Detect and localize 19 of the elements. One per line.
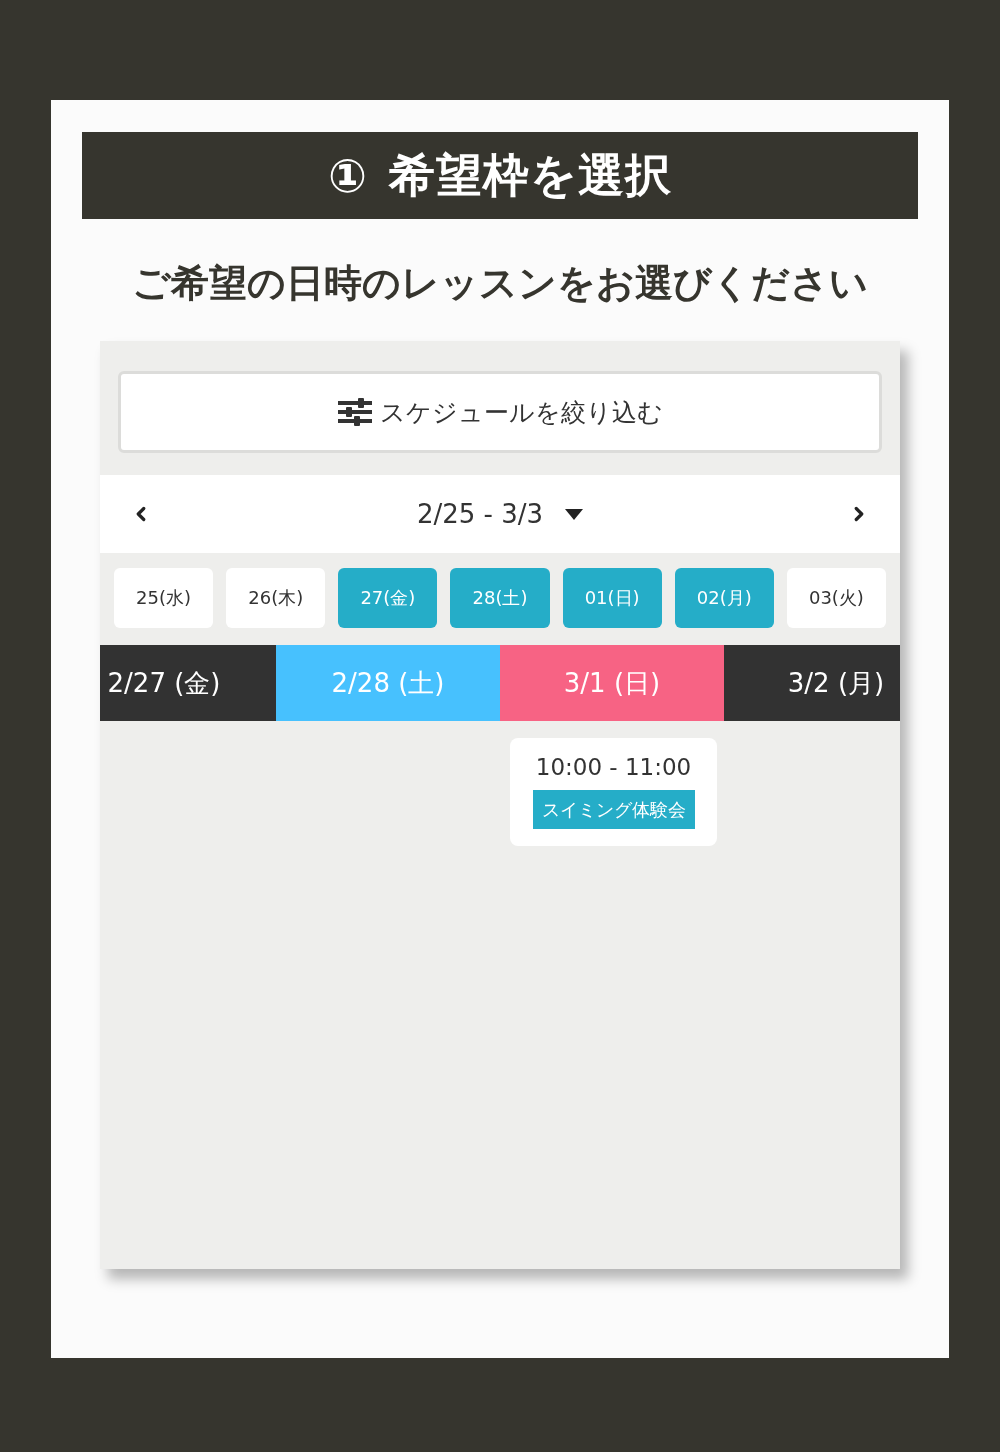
day-chip[interactable]: 26(木) bbox=[226, 568, 326, 628]
day-column-header: 3/1 (日) bbox=[500, 645, 724, 721]
sliders-icon bbox=[337, 398, 372, 426]
day-column-header: 2/27 (金) bbox=[100, 645, 276, 721]
day-column-header: 3/2 (月) bbox=[724, 645, 900, 721]
week-range-button[interactable]: 2/25 - 3/3 bbox=[416, 499, 584, 529]
lesson-time: 10:00 - 11:00 bbox=[535, 753, 692, 782]
caret-down-icon bbox=[565, 508, 584, 520]
day-chip[interactable]: 03(火) bbox=[786, 568, 886, 628]
lesson-card[interactable]: 10:00 - 11:00 スイミング体験会 bbox=[510, 738, 717, 846]
day-chip[interactable]: 25(水) bbox=[114, 568, 214, 628]
day-column-header: 2/28 (土) bbox=[276, 645, 500, 721]
subtitle: ご希望の日時のレッスンをお選びください bbox=[132, 260, 868, 307]
filter-label: スケジュールを絞り込む bbox=[379, 396, 663, 429]
week-range-label: 2/25 - 3/3 bbox=[416, 499, 544, 529]
lesson-tag: スイミング体験会 bbox=[532, 790, 695, 829]
header-title: 希望枠を選択 bbox=[388, 150, 672, 201]
filter-button[interactable]: スケジュールを絞り込む bbox=[118, 371, 882, 453]
step-number: ① bbox=[328, 152, 367, 199]
